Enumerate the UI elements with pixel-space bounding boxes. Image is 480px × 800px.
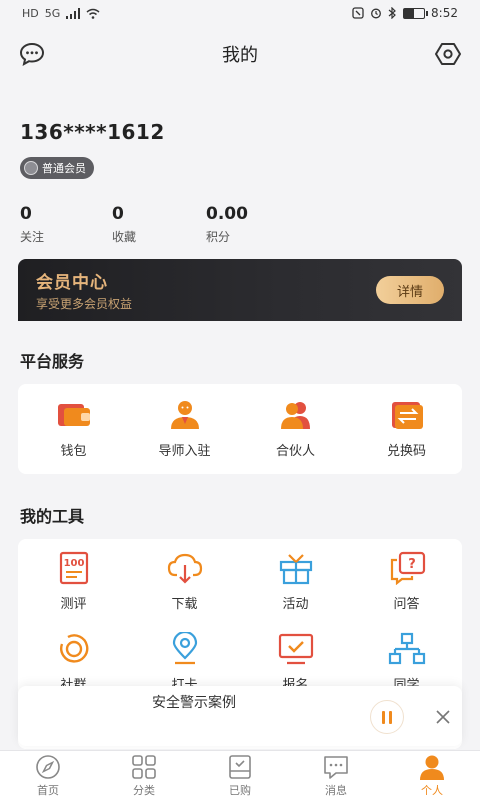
signal-icon bbox=[66, 7, 81, 19]
qa-icon: ? bbox=[388, 551, 426, 585]
member-center-title: 会员中心 bbox=[36, 273, 108, 293]
status-right-icons: 8:52 bbox=[352, 6, 458, 20]
tab-label: 已购 bbox=[229, 783, 251, 797]
person-icon bbox=[420, 755, 444, 780]
close-player-button[interactable] bbox=[428, 702, 458, 732]
stat-label: 积分 bbox=[206, 230, 231, 244]
stat-points[interactable]: 0.00 积分 bbox=[206, 204, 248, 245]
player-title: 安全警示案例 bbox=[152, 695, 236, 711]
tool-item-label: 测评 bbox=[60, 597, 87, 612]
stat-value: 0.00 bbox=[206, 204, 248, 224]
platform-item-wallet[interactable]: 钱包 bbox=[24, 398, 124, 459]
close-icon bbox=[436, 710, 450, 724]
wifi-icon bbox=[86, 8, 100, 19]
stat-value: 0 bbox=[20, 204, 32, 224]
settings-hex-icon bbox=[435, 43, 461, 65]
platform-item-label: 合伙人 bbox=[275, 444, 315, 459]
classmates-tree-icon bbox=[388, 632, 426, 666]
platform-services-panel: 钱包 导师入驻 合伙人 兑换码 bbox=[18, 384, 462, 474]
download-cloud-icon bbox=[166, 551, 204, 585]
status-time: 8:52 bbox=[431, 6, 458, 20]
member-center-subtitle: 享受更多会员权益 bbox=[36, 297, 133, 311]
hd-indicator: HD bbox=[22, 6, 39, 20]
member-center-card[interactable]: 会员中心 享受更多会员权益 详情 bbox=[18, 259, 462, 321]
tab-label: 个人 bbox=[421, 783, 443, 797]
chat-bubble-icon bbox=[19, 42, 45, 66]
my-tools-title: 我的工具 bbox=[20, 507, 85, 526]
wallet-icon bbox=[55, 398, 93, 432]
member-level-label: 普通会员 bbox=[42, 162, 86, 175]
tab-profile[interactable]: 个人 bbox=[384, 751, 480, 800]
tab-label: 首页 bbox=[37, 783, 59, 797]
category-grid-icon bbox=[132, 754, 156, 779]
message-icon bbox=[324, 755, 348, 779]
tool-item-download[interactable]: 下载 bbox=[135, 551, 235, 612]
network-indicator: 5G bbox=[44, 6, 61, 20]
tool-item-classmates[interactable]: 同学 bbox=[357, 632, 457, 693]
tab-category[interactable]: 分类 bbox=[96, 751, 192, 800]
alarm-icon bbox=[371, 8, 381, 19]
tool-item-activity[interactable]: 活动 bbox=[246, 551, 346, 612]
platform-item-mentor[interactable]: 导师入驻 bbox=[135, 398, 235, 459]
stat-label: 收藏 bbox=[112, 230, 137, 244]
audio-mini-player[interactable]: 安全警示案例 bbox=[18, 686, 462, 746]
gift-box-icon bbox=[277, 551, 315, 585]
platform-item-exchange-code[interactable]: 兑换码 bbox=[357, 398, 457, 459]
partner-icon bbox=[277, 398, 315, 432]
bluetooth-icon bbox=[388, 7, 396, 19]
stat-favorites[interactable]: 0 收藏 bbox=[112, 204, 206, 245]
user-phone: 136****1612 bbox=[20, 120, 165, 144]
stat-follow[interactable]: 0 关注 bbox=[20, 204, 112, 245]
mentor-icon bbox=[166, 398, 204, 432]
chat-bubble-button[interactable] bbox=[18, 40, 46, 68]
platform-item-label: 兑换码 bbox=[386, 444, 426, 459]
badge-icon bbox=[24, 161, 38, 175]
exchange-code-icon bbox=[388, 398, 426, 432]
tool-item-qa[interactable]: ? 问答 bbox=[357, 551, 457, 612]
svg-text:?: ? bbox=[408, 557, 416, 572]
member-details-button[interactable]: 详情 bbox=[376, 276, 444, 304]
location-pin-icon bbox=[166, 632, 204, 666]
pause-button[interactable] bbox=[370, 700, 404, 734]
tool-item-label: 问答 bbox=[393, 597, 420, 612]
platform-item-partner[interactable]: 合伙人 bbox=[246, 398, 346, 459]
tool-item-label: 下载 bbox=[171, 597, 198, 612]
battery-icon bbox=[403, 7, 429, 19]
nfc-icon bbox=[352, 7, 364, 19]
battery-fill bbox=[404, 8, 415, 18]
platform-item-label: 钱包 bbox=[60, 444, 87, 459]
signup-monitor-icon bbox=[277, 632, 315, 666]
tab-messages[interactable]: 消息 bbox=[288, 751, 384, 800]
stat-label: 关注 bbox=[20, 230, 45, 244]
tab-home[interactable]: 首页 bbox=[0, 751, 96, 800]
tool-item-label: 活动 bbox=[282, 597, 309, 612]
evaluation-icon: 100 bbox=[55, 551, 93, 585]
platform-services-title: 平台服务 bbox=[20, 352, 85, 371]
platform-item-label: 导师入驻 bbox=[158, 444, 211, 459]
member-level-badge: 普通会员 bbox=[20, 157, 94, 179]
tool-item-signup[interactable]: 报名 bbox=[246, 632, 346, 693]
pause-icon bbox=[382, 710, 385, 724]
tool-item-checkin[interactable]: 打卡 bbox=[135, 632, 235, 693]
community-ring-icon bbox=[55, 632, 93, 666]
status-left-icons: HD 5G bbox=[22, 7, 100, 20]
status-bar: HD 5G 8:52 bbox=[0, 0, 480, 26]
top-nav: 我的 bbox=[0, 34, 480, 74]
pause-icon-bar bbox=[389, 710, 392, 724]
compass-icon bbox=[36, 754, 60, 779]
page-title: 我的 bbox=[222, 45, 258, 66]
bottom-tab-bar: 首页 分类 已购 消息 个人 bbox=[0, 750, 480, 800]
svg-text:100: 100 bbox=[63, 558, 84, 569]
tool-item-community[interactable]: 社群 bbox=[24, 632, 124, 693]
tab-purchased[interactable]: 已购 bbox=[192, 751, 288, 800]
tab-label: 消息 bbox=[325, 783, 347, 797]
stat-value: 0 bbox=[112, 204, 124, 224]
main-content: 平台服务 钱包 导师入驻 合伙人 兑换码 我的工具 100 测评 下载 活动 ?… bbox=[0, 321, 480, 749]
settings-button[interactable] bbox=[434, 40, 462, 68]
purchased-icon bbox=[229, 754, 251, 779]
stats-row: 0 关注 0 收藏 0.00 积分 bbox=[20, 204, 248, 245]
tool-item-evaluation[interactable]: 100 测评 bbox=[24, 551, 124, 612]
tab-label: 分类 bbox=[133, 783, 155, 797]
